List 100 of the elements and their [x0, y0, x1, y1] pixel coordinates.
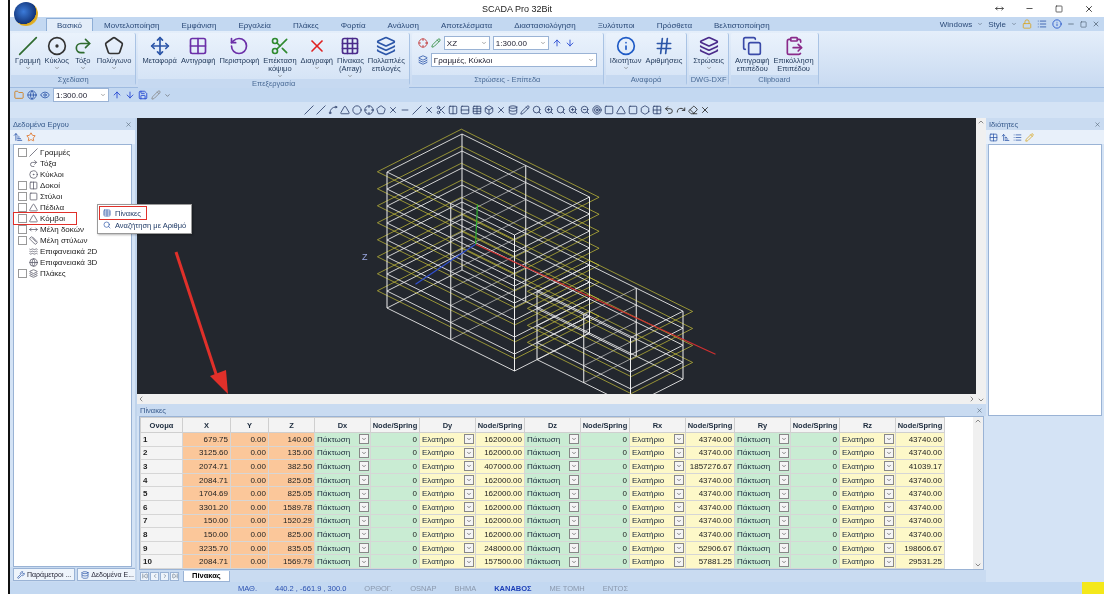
- app-orb-icon[interactable]: [14, 2, 38, 26]
- tree-item[interactable]: Επιφανειακά 2D: [14, 246, 131, 257]
- tool-icon[interactable]: [580, 105, 590, 115]
- tool-icon[interactable]: [364, 105, 374, 115]
- tool-icon[interactable]: [484, 105, 494, 115]
- style-menu[interactable]: Style: [988, 19, 1006, 29]
- ribbon-tab[interactable]: Μοντελοποίηση: [93, 18, 171, 31]
- tool-icon[interactable]: [424, 105, 434, 115]
- expand-icon[interactable]: [18, 269, 27, 278]
- chevron-up-icon[interactable]: [974, 417, 982, 425]
- categorized-icon[interactable]: [989, 132, 998, 142]
- close-icon[interactable]: [1094, 120, 1101, 128]
- arrow-down-icon[interactable]: [564, 38, 575, 48]
- tree-item[interactable]: Επιφανειακά 3D: [14, 257, 131, 268]
- tool-icon[interactable]: [640, 105, 650, 115]
- globe-icon[interactable]: [27, 90, 37, 100]
- tool-icon[interactable]: [520, 105, 530, 115]
- chevron-down-icon[interactable]: [977, 396, 985, 404]
- caret-icon: [276, 73, 283, 79]
- tool-icon[interactable]: [652, 105, 662, 115]
- ribbon-tab[interactable]: Ξυλότυποι: [586, 18, 646, 31]
- ribbon-tab[interactable]: Πρόσθετα: [645, 18, 704, 31]
- chevron-right-icon[interactable]: [968, 395, 976, 403]
- tree-item[interactable]: Γραμμές: [14, 147, 131, 158]
- layer-select[interactable]: Γραμμές, Κύκλοι: [430, 53, 597, 67]
- layer-icon[interactable]: [417, 55, 428, 65]
- tool-icon[interactable]: [664, 105, 674, 115]
- tool-icon[interactable]: [328, 105, 338, 115]
- tool-icon[interactable]: [592, 105, 602, 115]
- close-icon[interactable]: [125, 120, 132, 128]
- tool-icon[interactable]: [472, 105, 482, 115]
- tool-icon[interactable]: [676, 105, 686, 115]
- arrow-down-icon[interactable]: [125, 90, 135, 100]
- arrow-up-icon[interactable]: [551, 38, 562, 48]
- tree-icon: [29, 170, 38, 179]
- info-icon[interactable]: [1052, 19, 1062, 29]
- scrollbar[interactable]: [973, 417, 983, 569]
- expand-icon[interactable]: [18, 148, 27, 157]
- list-icon[interactable]: [1037, 19, 1047, 29]
- scrollbar[interactable]: [137, 394, 976, 404]
- chevron-up-icon[interactable]: [977, 118, 985, 126]
- chevron-down-icon[interactable]: [974, 561, 982, 569]
- tool-icon[interactable]: [460, 105, 470, 115]
- sort-icon[interactable]: [13, 132, 23, 142]
- tool-icon[interactable]: [508, 105, 518, 115]
- ribbon-tab[interactable]: Βασικό: [46, 18, 94, 31]
- tool-icon[interactable]: [448, 105, 458, 115]
- tree-item[interactable]: Τόξα: [14, 158, 131, 169]
- scale-select[interactable]: 1:300.00: [53, 88, 109, 102]
- ribbon-tab[interactable]: Ανάλυση: [376, 18, 430, 31]
- tree-item[interactable]: Στύλοι: [14, 191, 131, 202]
- eye-icon[interactable]: [40, 90, 50, 100]
- close-icon[interactable]: [976, 406, 983, 414]
- first-icon: [141, 573, 148, 579]
- tool-icon[interactable]: [436, 105, 446, 115]
- scale-select[interactable]: 1:300.00: [492, 36, 549, 50]
- ribbon-tab[interactable]: Πλάκες: [281, 18, 330, 31]
- tree-item[interactable]: Κύκλοι: [14, 169, 131, 180]
- save-icon[interactable]: [138, 90, 148, 100]
- caret-icon[interactable]: [164, 91, 171, 99]
- ribbon-tab[interactable]: Φορτία: [329, 18, 377, 31]
- ribbon-tab[interactable]: Αποτελέσματα: [429, 18, 504, 31]
- plane-select[interactable]: XZ: [443, 36, 490, 50]
- close-icon[interactable]: [1092, 20, 1100, 28]
- scrollbar[interactable]: [976, 118, 986, 404]
- tree-icon: [29, 236, 38, 245]
- caret-icon: [79, 65, 86, 71]
- sort-icon[interactable]: [1001, 132, 1010, 142]
- tree-item[interactable]: Δοκοί: [14, 180, 131, 191]
- tool-icon[interactable]: [544, 105, 554, 115]
- tool-icon[interactable]: [496, 105, 506, 115]
- chevron-left-icon[interactable]: [137, 395, 145, 403]
- star-icon[interactable]: [26, 132, 36, 142]
- last-button[interactable]: [170, 571, 179, 581]
- tool-icon[interactable]: [376, 105, 386, 115]
- previous-button[interactable]: [150, 571, 159, 581]
- tree-icon: [29, 247, 38, 256]
- caret-icon: [622, 65, 629, 71]
- tool-icon[interactable]: [700, 105, 710, 115]
- restore-icon[interactable]: [1080, 20, 1087, 28]
- ribbon-tab[interactable]: Διαστασιολόγηση: [503, 18, 587, 31]
- ribbon-tab[interactable]: Εμφάνιση: [170, 18, 228, 31]
- tree-item[interactable]: Κόμβοι: [14, 213, 76, 224]
- first-button[interactable]: [140, 571, 149, 581]
- color-icon[interactable]: [430, 38, 441, 48]
- tree-item[interactable]: Μέλη στύλων: [14, 235, 131, 246]
- windows-menu[interactable]: Windows: [939, 19, 973, 29]
- ribbon-tab[interactable]: Βελτιστοποίηση: [703, 18, 781, 31]
- ribbon-tab[interactable]: Εργαλεία: [227, 18, 282, 31]
- tool-icon[interactable]: [688, 105, 698, 115]
- next-button[interactable]: [160, 571, 169, 581]
- tool-icon[interactable]: [532, 105, 542, 115]
- folder-icon[interactable]: [14, 90, 24, 100]
- tree-item[interactable]: Πλάκες: [14, 268, 131, 279]
- tool-icon[interactable]: [388, 105, 398, 115]
- tool-icon[interactable]: [568, 105, 578, 115]
- arrow-up-icon[interactable]: [112, 90, 122, 100]
- tool-icon[interactable]: [556, 105, 566, 115]
- axis-icon[interactable]: [417, 38, 428, 48]
- list-icon[interactable]: [1013, 132, 1022, 142]
